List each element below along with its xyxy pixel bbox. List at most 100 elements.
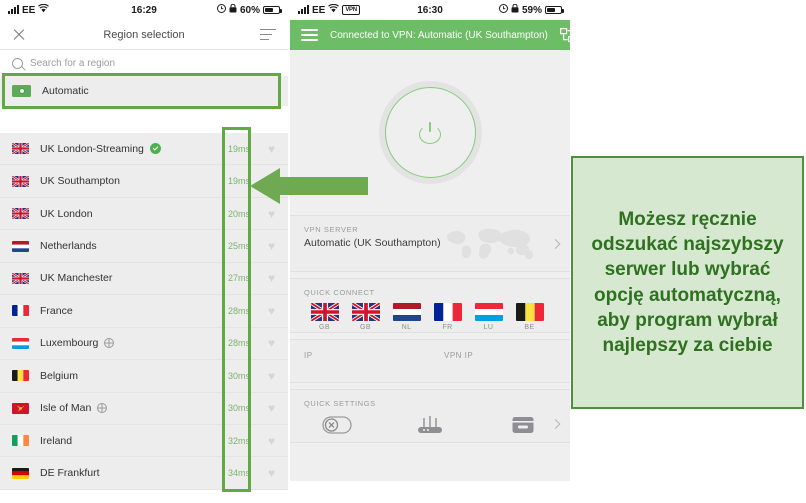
automatic-label: Automatic: [42, 85, 89, 97]
vpn-status-badge: VPN: [342, 5, 360, 15]
flag-icon-gb: [351, 303, 380, 321]
heart-icon[interactable]: ♥: [265, 240, 278, 252]
flag-icon-ie: [12, 435, 29, 447]
kill-switch-icon: [322, 416, 352, 434]
region-list-item[interactable]: UK Southampton19ms♥: [0, 165, 288, 198]
annotation-callout: Możesz ręcznie odszukać najszybszy serwe…: [571, 156, 804, 409]
search-bar[interactable]: Search for a region: [0, 50, 288, 76]
flag-icon-nl: [392, 303, 421, 321]
heart-icon[interactable]: ♥: [265, 435, 278, 447]
region-list-item[interactable]: Luxembourg 28ms ♥: [0, 328, 288, 361]
vpn-power-toggle[interactable]: [378, 81, 482, 184]
quick-connect-item[interactable]: BE: [509, 303, 550, 331]
region-name: UK Manchester: [40, 272, 113, 285]
region-list-item[interactable]: France 28ms ♥: [0, 295, 288, 328]
latency-value: 28ms: [227, 305, 250, 316]
search-icon: [12, 57, 23, 69]
quick-connect-code: GB: [319, 324, 330, 331]
latency-value: 20ms: [227, 208, 250, 219]
heart-icon[interactable]: ♥: [265, 272, 278, 284]
quick-connect-item[interactable]: LU: [468, 303, 509, 331]
region-list-item[interactable]: UK London-Streaming 19ms ♥: [0, 133, 288, 166]
vpn-ip-label: VPN IP: [444, 351, 474, 360]
latency-value: 28ms: [227, 338, 250, 349]
flag-icon-de: [12, 467, 29, 479]
left-status-bar: EE 16:29 60%: [0, 0, 288, 20]
power-button-inner: [384, 87, 476, 178]
virtual-location-icon: [104, 338, 115, 349]
right-phone-screenshot: EE VPN 16:30 59% Connected to VPN: Autom…: [290, 0, 576, 503]
region-list-item[interactable]: Isle of Man 30ms ♥: [0, 393, 288, 425]
quick-connect-item[interactable]: GB: [345, 303, 386, 331]
battery-percent-label: 60%: [239, 4, 260, 16]
region-name: DE Frankfurt: [40, 467, 100, 480]
region-name: Isle of Man: [40, 402, 92, 415]
region-list-item[interactable]: UK London 20ms ♥: [0, 198, 288, 231]
vpn-server-card[interactable]: VPN SERVER Automatic (UK Southampton): [290, 215, 570, 272]
status-bar-left: EE VPN: [298, 3, 360, 16]
heart-icon[interactable]: ♥: [265, 143, 278, 155]
alarm-icon: [498, 4, 508, 16]
quick-connect-card: QUICK CONNECT GB GB NL FR LU BE: [290, 278, 570, 333]
vpn-connected-header: Connected to VPN: Automatic (UK Southamp…: [290, 20, 576, 50]
kill-switch-icon-wrap[interactable]: [290, 416, 383, 434]
quick-connect-code: FR: [442, 324, 453, 331]
close-icon[interactable]: [12, 28, 26, 42]
flag-icon-fr: [12, 305, 29, 317]
flag-icon-lu: [474, 303, 503, 321]
quick-connect-code: BE: [524, 324, 535, 331]
quick-connect-item[interactable]: FR: [427, 303, 468, 331]
quick-connect-code: NL: [401, 324, 412, 331]
battery-percent-label: 59%: [521, 4, 542, 16]
region-name: France: [40, 304, 73, 317]
heart-icon[interactable]: ♥: [265, 467, 278, 479]
router-icon-wrap[interactable]: [383, 415, 476, 435]
region-name: Ireland: [40, 434, 73, 447]
auto-server-icon: [12, 85, 31, 97]
flag-icon-lu: [12, 337, 29, 349]
quick-settings-card[interactable]: QUICK SETTINGS: [290, 389, 570, 443]
battery-icon: [545, 6, 564, 14]
latency-value: 32ms: [227, 435, 250, 446]
region-name: UK Southampton: [40, 175, 120, 188]
region-list-item[interactable]: Ireland 32ms ♥: [0, 425, 288, 458]
heart-icon[interactable]: ♥: [265, 370, 278, 382]
heart-icon[interactable]: ♥: [265, 305, 278, 317]
latency-value: 34ms: [227, 468, 250, 479]
region-list[interactable]: UK London-Streaming 19ms ♥ UK Southampton 19…: [0, 133, 288, 490]
region-name: UK London-Streaming: [40, 142, 144, 155]
heart-icon[interactable]: ♥: [265, 208, 278, 220]
hamburger-menu-icon[interactable]: [301, 29, 318, 41]
sort-list-icon[interactable]: [260, 28, 276, 41]
page-title: Region selection: [103, 28, 185, 41]
region-list-item[interactable]: Belgium 30ms ♥: [0, 360, 288, 393]
world-map-icon: [442, 224, 542, 266]
carrier-label: EE: [312, 4, 326, 16]
status-bar-left: EE: [8, 3, 50, 16]
quick-connect-code: GB: [360, 324, 371, 331]
virtual-location-icon: [97, 403, 108, 414]
quick-connect-item[interactable]: GB: [304, 303, 345, 331]
region-list-item[interactable]: UK Manchester 27ms ♥: [0, 263, 288, 296]
status-bar-right: 59%: [498, 3, 564, 16]
latency-value: 27ms: [227, 273, 250, 284]
signal-strength-icon: [298, 5, 309, 14]
region-name: UK London: [40, 207, 93, 220]
left-phone-screenshot: EE 16:29 60% Region selection Search for…: [0, 0, 368, 503]
heart-icon[interactable]: ♥: [265, 337, 278, 349]
pointer-arrow: [250, 166, 368, 206]
flag-icon-nl: [12, 240, 29, 252]
flag-icon-gb: [12, 175, 29, 187]
ip-card: IP VPN IP: [290, 339, 570, 383]
flag-icon-gb: [12, 272, 29, 284]
region-item-automatic[interactable]: Automatic: [0, 76, 288, 106]
network-toggle-icon[interactable]: [559, 27, 576, 43]
region-list-item[interactable]: Netherlands 25ms ♥: [0, 230, 288, 263]
flag-icon-gb: [12, 143, 29, 155]
quick-connect-flags[interactable]: GB GB NL FR LU BE: [290, 300, 570, 331]
wifi-icon: [328, 3, 340, 16]
quick-connect-item[interactable]: NL: [386, 303, 427, 331]
battery-icon: [263, 6, 282, 14]
region-list-item[interactable]: DE Frankfurt 34ms ♥: [0, 457, 288, 490]
heart-icon[interactable]: ♥: [265, 402, 278, 414]
